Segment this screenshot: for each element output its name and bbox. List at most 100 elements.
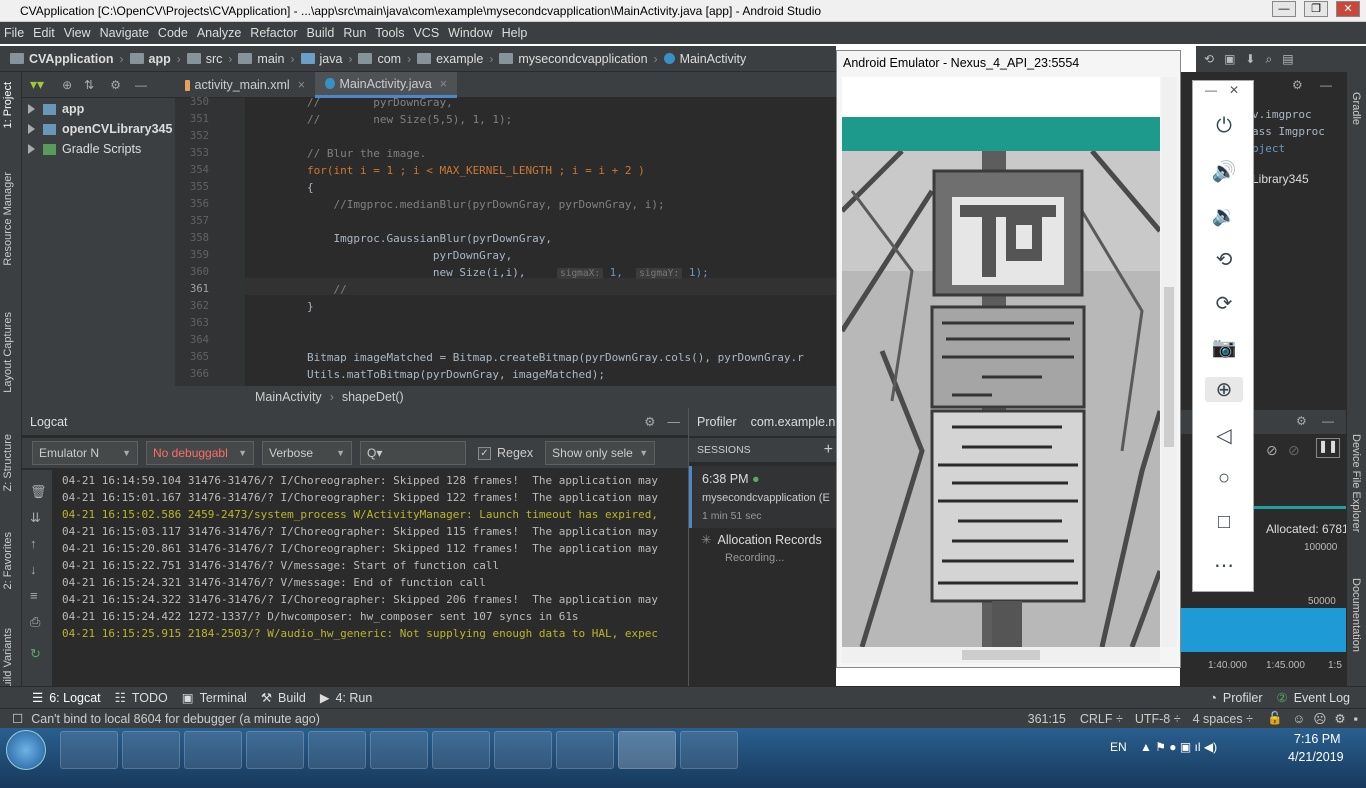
crumb-app[interactable]: app xyxy=(129,52,171,66)
smiley-icon[interactable]: ☺ xyxy=(1293,712,1306,726)
up-arrow-icon[interactable]: ↑ xyxy=(30,536,37,551)
minimize-icon[interactable]: — xyxy=(1205,83,1217,97)
indent-setting[interactable]: 4 spaces ÷ xyxy=(1193,712,1253,726)
close-tab-icon[interactable]: × xyxy=(440,77,447,91)
crumb-java[interactable]: java xyxy=(300,52,342,66)
layout-icon[interactable]: ▤ xyxy=(1282,52,1293,66)
sdk-icon[interactable]: ⬇ xyxy=(1245,52,1255,66)
sync-icon[interactable]: ⟲ xyxy=(1204,52,1214,66)
menu-navigate[interactable]: Navigate xyxy=(100,26,149,40)
code-line[interactable]: { xyxy=(307,181,314,194)
restart-icon[interactable]: ↻ xyxy=(30,646,41,662)
down-arrow-icon[interactable]: ↓ xyxy=(30,562,37,577)
more-icon[interactable]: ⋯ xyxy=(1193,553,1255,578)
tab-activity-main[interactable]: activity_main.xml × xyxy=(175,72,315,98)
code-line[interactable]: pyrDownGray, xyxy=(307,249,512,262)
notification-icon[interactable]: ▪ xyxy=(1354,712,1358,726)
menu-window[interactable]: Window xyxy=(448,26,492,40)
code-line[interactable]: } xyxy=(307,300,314,313)
tab-structure[interactable]: Z: Structure xyxy=(2,434,14,491)
code-line[interactable]: // new Size(5,5), 1, 1); xyxy=(307,113,512,126)
tab-resource-manager[interactable]: Resource Manager xyxy=(2,172,14,266)
gear-icon[interactable]: ⚙ xyxy=(1296,414,1307,428)
camera-icon[interactable]: 📷 xyxy=(1193,335,1255,360)
maximize-button[interactable]: ❐ xyxy=(1304,1,1328,17)
filter-select[interactable]: Show only sele ▼ xyxy=(545,441,656,465)
menu-code[interactable]: Code xyxy=(158,26,188,40)
clock-date[interactable]: 4/21/2019 xyxy=(1288,750,1344,764)
code-line[interactable]: new Size(i,i), xyxy=(307,266,526,279)
tab-main-activity[interactable]: MainActivity.java × xyxy=(315,72,457,98)
menu-file[interactable]: File xyxy=(4,26,24,40)
gear-icon[interactable]: ⚙ xyxy=(644,414,655,429)
device-select[interactable]: Emulator N ▼ xyxy=(32,441,138,465)
session-item[interactable]: 6:38 PM ● mysecondcvapplication (E 1 min… xyxy=(689,466,837,528)
gear-icon[interactable]: ⚙ xyxy=(110,78,121,92)
process-select[interactable]: No debuggabl ▼ xyxy=(146,441,254,465)
horizontal-scrollbar[interactable] xyxy=(842,647,1160,663)
tab-gradle[interactable]: Gradle xyxy=(1350,92,1362,125)
log-line[interactable]: 04-21 16:15:24.321 31476-31476/? V/messa… xyxy=(62,576,486,589)
tree-item-gradle[interactable]: Gradle Scripts xyxy=(28,142,141,156)
menu-tools[interactable]: Tools xyxy=(375,26,404,40)
keyboard-icon[interactable] xyxy=(494,731,552,769)
code-line[interactable]: // pyrDownGray, xyxy=(307,96,453,109)
tree-item-opencv[interactable]: openCVLibrary345 xyxy=(28,122,172,136)
menu-build[interactable]: Build xyxy=(307,26,335,40)
pause-button[interactable]: ❚❚ xyxy=(1316,438,1340,458)
soft-wrap-icon[interactable]: ≡ xyxy=(30,588,38,603)
vertical-scrollbar[interactable] xyxy=(1161,77,1177,647)
close-button[interactable]: ✕ xyxy=(1336,1,1360,17)
menu-vcs[interactable]: VCS xyxy=(413,26,439,40)
log-line[interactable]: 04-21 16:15:24.422 1272-1337/? D/hwcompo… xyxy=(62,610,579,623)
tab-project[interactable]: 1: Project xyxy=(2,82,14,128)
file-encoding[interactable]: UTF-8 ÷ xyxy=(1135,712,1181,726)
crumb-com[interactable]: com xyxy=(358,52,401,66)
tray-icons[interactable]: ▲ ⚑ ● ▣ ıl ◀) xyxy=(1140,740,1217,754)
inspector-icon[interactable]: ⚙ xyxy=(1334,711,1345,726)
status-icon[interactable]: ☐ xyxy=(12,711,23,726)
power-icon[interactable]: ⏻ xyxy=(1193,115,1255,138)
menu-help[interactable]: Help xyxy=(502,26,528,40)
explorer-icon[interactable] xyxy=(122,731,180,769)
allocation-records[interactable]: ✳ Allocation Records xyxy=(701,532,822,547)
hp-icon[interactable] xyxy=(246,731,304,769)
ie-icon[interactable] xyxy=(60,731,118,769)
crumb-class[interactable]: MainActivity xyxy=(663,52,746,66)
tab-build[interactable]: ⚒ Build xyxy=(261,690,306,706)
crumb-example[interactable]: example xyxy=(417,52,483,66)
log-line[interactable]: 04-21 16:15:22.751 31476-31476/? V/messa… xyxy=(62,559,499,572)
collapse-icon[interactable]: ⇅ xyxy=(84,78,94,92)
monitor-icon[interactable] xyxy=(432,731,490,769)
profiler-process[interactable]: com.example.n xyxy=(751,415,836,429)
regex-checkbox[interactable]: ✓ Regex xyxy=(478,446,533,460)
minimize-button[interactable]: — xyxy=(1272,1,1296,17)
chrome-icon[interactable] xyxy=(370,731,428,769)
volume-down-icon[interactable]: 🔉 xyxy=(1193,203,1255,228)
crumb-package[interactable]: mysecondcvapplication xyxy=(499,52,648,66)
back-icon[interactable]: ◁ xyxy=(1193,423,1255,448)
crumb-src[interactable]: src xyxy=(186,52,222,66)
close-tab-icon[interactable]: × xyxy=(298,78,305,92)
rotate-right-icon[interactable]: ⟳ xyxy=(1193,291,1255,316)
menu-refactor[interactable]: Refactor xyxy=(250,26,297,40)
caret-position[interactable]: 361:15 xyxy=(1028,712,1066,726)
menu-view[interactable]: View xyxy=(64,26,91,40)
frown-icon[interactable]: ☹ xyxy=(1313,711,1326,726)
status-message[interactable]: Can't bind to local 8604 for debugger (a… xyxy=(31,712,320,726)
tree-item-app[interactable]: app xyxy=(28,102,84,116)
code-line[interactable]: Bitmap imageMatched = Bitmap.createBitma… xyxy=(307,351,804,364)
tab-terminal[interactable]: ▣ Terminal xyxy=(182,690,247,706)
log-level-select[interactable]: Verbose ▼ xyxy=(262,441,352,465)
tab-todo[interactable]: ☷ TODO xyxy=(115,690,168,706)
search-icon[interactable]: ⌕ xyxy=(1265,52,1272,67)
log-line[interactable]: 04-21 16:15:03.117 31476-31476/? I/Chore… xyxy=(62,525,658,538)
tab-device-file-explorer[interactable]: Device File Explorer xyxy=(1350,434,1362,532)
clock-time[interactable]: 7:16 PM xyxy=(1294,732,1341,746)
tab-documentation[interactable]: Documentation xyxy=(1350,578,1362,652)
crumb-method[interactable]: shapeDet() xyxy=(342,390,404,404)
log-line[interactable]: 04-21 16:14:59.104 31476-31476/? I/Chore… xyxy=(62,474,658,487)
android-studio-icon[interactable] xyxy=(618,731,676,769)
lock-icon[interactable]: 🔓 xyxy=(1267,711,1283,726)
home-icon[interactable]: ○ xyxy=(1193,467,1255,490)
